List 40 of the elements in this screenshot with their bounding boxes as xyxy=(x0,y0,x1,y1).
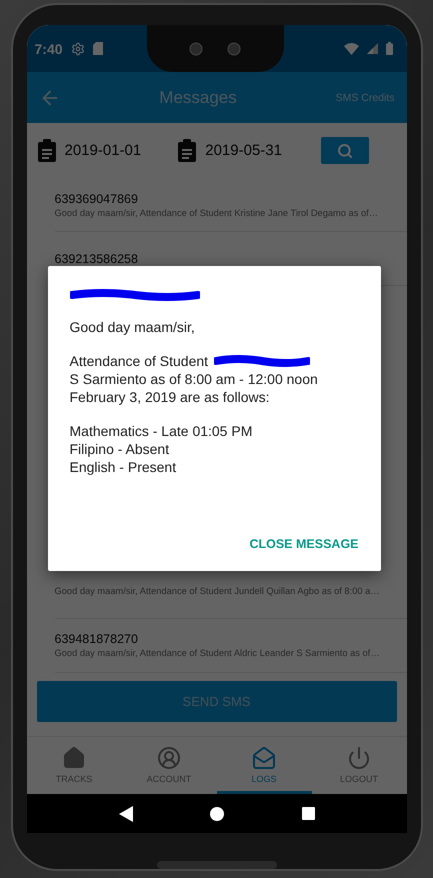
camera-icon xyxy=(227,42,241,56)
sd-card-icon xyxy=(92,42,103,55)
phone-number: 639213586258 xyxy=(54,252,139,266)
phone-number: 639369047869 xyxy=(54,192,139,206)
search-button[interactable] xyxy=(320,137,368,164)
phone-number: 639481878270 xyxy=(54,632,139,646)
date-from[interactable]: 2019-01-01 xyxy=(64,142,142,159)
status-time: 7:40 xyxy=(34,40,63,56)
message-preview: Good day maam/sir, Attendance of Student Aldric Leander S Sarmiento as of… xyxy=(54,648,381,658)
message-line: February 3, 2019 are as follows: xyxy=(70,388,270,406)
message-item[interactable]: 639369047869 Good day maam/sir, Attendance of Student Kristine Jane Tirol Degamo as of… xyxy=(54,178,406,232)
send-sms-button[interactable]: SEND SMS xyxy=(36,680,396,722)
power-icon xyxy=(347,746,371,770)
date-to[interactable]: 2019-05-31 xyxy=(205,142,282,159)
battery-icon xyxy=(386,42,392,55)
message-item[interactable]: 639481878270 Good day maam/sir, Attendance of Student Aldric Leander S Sarmiento as of… xyxy=(54,618,406,673)
message-preview: Good day maam/sir, Attendance of Student Kristine Jane Tirol Degamo as of… xyxy=(54,208,379,218)
home-icon xyxy=(62,746,86,770)
close-message-button[interactable]: CLOSE MESSAGE xyxy=(249,533,358,555)
clipboard-icon[interactable] xyxy=(177,138,198,162)
message-line: Attendance of Student xyxy=(70,352,208,370)
back-icon[interactable] xyxy=(118,806,132,822)
screen-title: Messages xyxy=(158,88,238,108)
sms-credits-link[interactable]: SMS Credits xyxy=(336,92,394,104)
message-preview: Good day maam/sir, Attendance of Student Jundell Quillan Agbo as of 8:00 a… xyxy=(54,586,381,596)
envelope-icon xyxy=(252,746,276,770)
search-icon xyxy=(336,142,352,158)
clipboard-icon[interactable] xyxy=(36,138,56,162)
camera-icon xyxy=(189,42,203,56)
home-button-icon[interactable] xyxy=(210,806,224,821)
settings-icon xyxy=(70,42,85,56)
greeting-text: Good day maam/sir, xyxy=(70,318,196,336)
subject-status: English - Present xyxy=(70,458,178,476)
signal-icon xyxy=(366,43,378,54)
wifi-icon xyxy=(344,42,358,54)
recents-icon[interactable] xyxy=(302,807,314,820)
account-icon xyxy=(157,746,181,770)
message-line: S Sarmiento as of 8:00 am - 12:00 noon xyxy=(70,370,318,388)
subject-status: Mathematics - Late 01:05 PM xyxy=(70,422,254,440)
subject-status: Filipino - Absent xyxy=(70,440,170,458)
